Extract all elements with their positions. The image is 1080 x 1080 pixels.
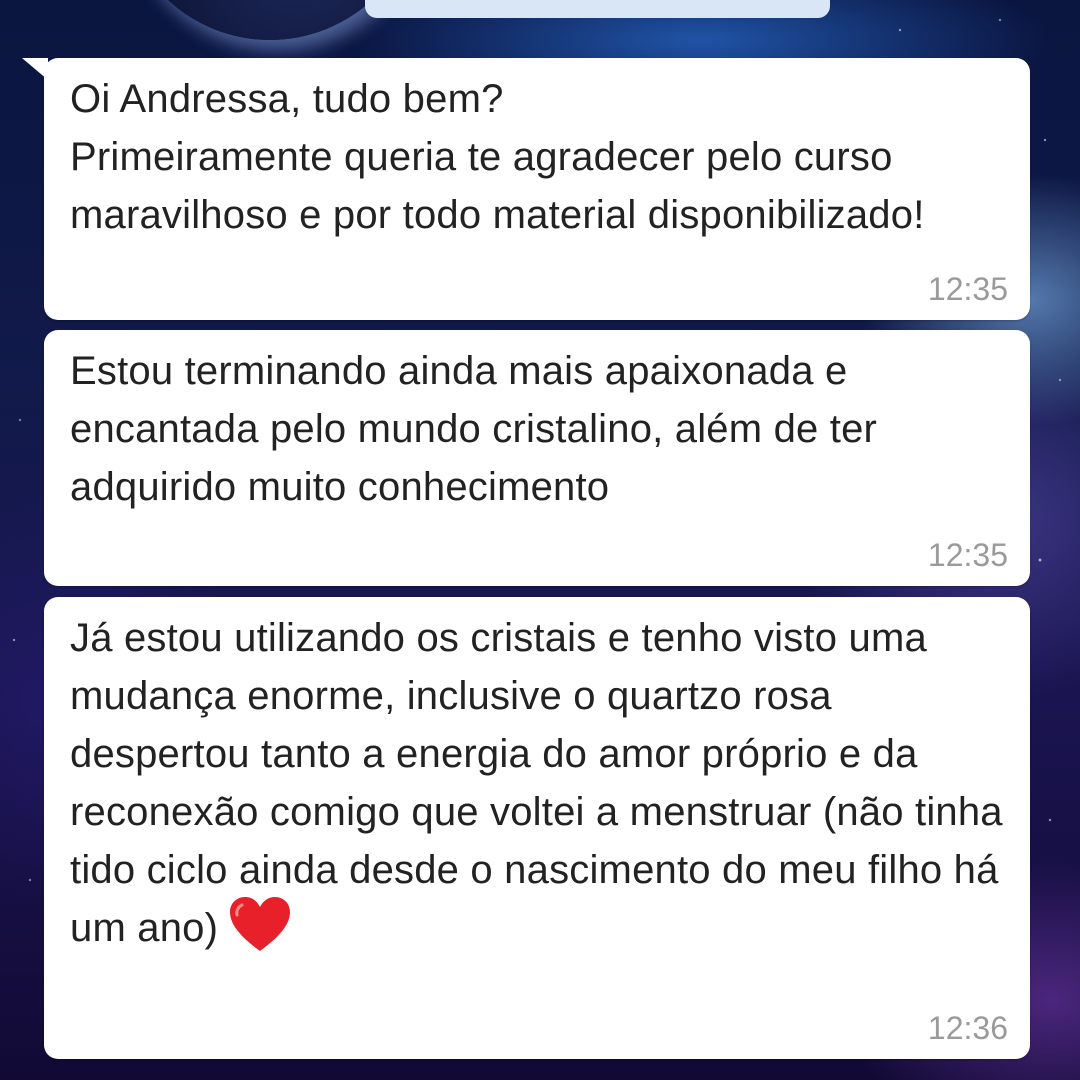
- red-heart-icon: [228, 895, 292, 953]
- previous-message-bubble: [365, 0, 830, 18]
- message-text-content: Já estou utilizando os cristais e tenho …: [70, 616, 1003, 950]
- message-bubble[interactable]: Já estou utilizando os cristais e tenho …: [44, 597, 1030, 1059]
- message-timestamp: 12:36: [927, 1010, 1008, 1046]
- message-timestamp: 12:35: [927, 537, 1008, 573]
- message-text: Já estou utilizando os cristais e tenho …: [70, 609, 1008, 959]
- message-bubble[interactable]: Oi Andressa, tudo bem? Primeiramente que…: [22, 58, 1030, 320]
- message-bubble[interactable]: Estou terminando ainda mais apaixonada e…: [44, 330, 1030, 586]
- message-timestamp: 12:35: [927, 271, 1008, 307]
- message-text: Oi Andressa, tudo bem? Primeiramente que…: [70, 77, 925, 237]
- message-text: Estou terminando ainda mais apaixonada e…: [70, 349, 878, 509]
